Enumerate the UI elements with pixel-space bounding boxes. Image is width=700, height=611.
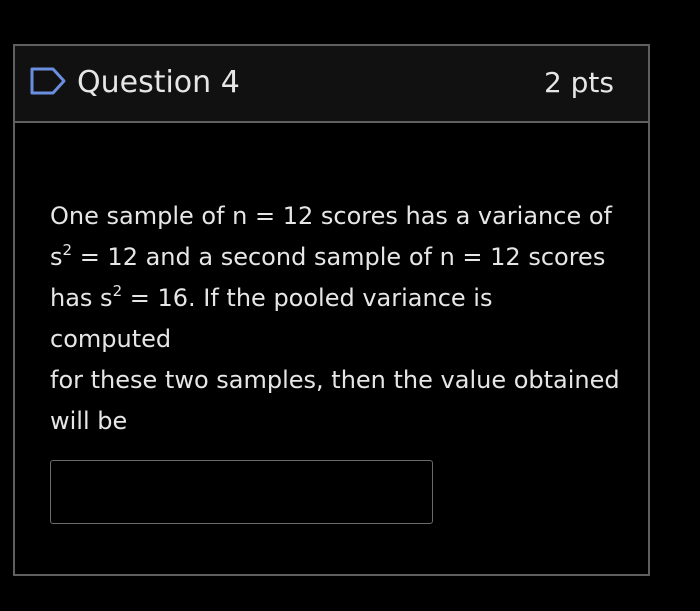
question-title: Question 4 <box>77 65 240 100</box>
question-text-line: will be <box>50 407 128 435</box>
question-header: Question 4 2 pts <box>15 46 648 123</box>
question-text-line: has s2 = 16. If the pooled variance is c… <box>50 282 493 354</box>
question-text-line: One sample of n = 12 scores has a varian… <box>50 202 612 230</box>
question-card: Question 4 2 pts One sample of n = 12 sc… <box>13 44 650 576</box>
points-label: 2 pts <box>543 66 614 99</box>
question-text-line: s2 = 12 and a second sample of n = 12 sc… <box>50 241 606 272</box>
question-text-line: for these two samples, then the value ob… <box>50 366 620 394</box>
answer-input[interactable] <box>50 460 433 524</box>
question-text: One sample of n = 12 scores has a varian… <box>50 196 620 442</box>
flag-outline-icon[interactable] <box>29 66 67 96</box>
